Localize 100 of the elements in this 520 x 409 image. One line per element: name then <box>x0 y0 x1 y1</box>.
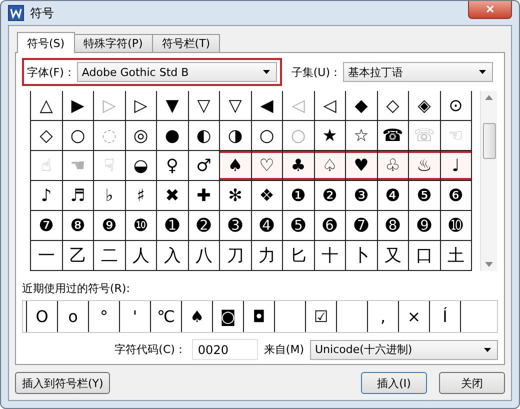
symbol-cell[interactable]: ♪ <box>31 181 62 211</box>
symbol-cell[interactable]: ◁ <box>314 91 346 121</box>
symbol-cell[interactable]: ❼ <box>31 211 62 241</box>
symbol-cell[interactable]: ❺ <box>409 181 440 211</box>
symbol-cell[interactable]: ♩ <box>440 151 472 181</box>
dropdown[interactable]: Adobe Gothic Std B <box>76 62 277 82</box>
recent-symbol-cell[interactable]: o <box>57 301 88 332</box>
symbol-cell[interactable]: ➊ <box>157 211 188 241</box>
scroll-up-icon[interactable] <box>485 95 493 100</box>
symbol-cell[interactable]: ▼ <box>157 91 188 121</box>
symbol-cell[interactable]: ➍ <box>252 211 283 241</box>
symbol-cell[interactable]: ♥ <box>346 151 378 181</box>
recent-symbol-cell[interactable]: Í <box>429 301 460 332</box>
symbol-cell[interactable]: ♨ <box>409 151 440 181</box>
recent-symbol-cell[interactable]: ◘ <box>243 301 274 332</box>
symbol-cell[interactable]: 一 <box>31 241 62 271</box>
symbol-cell[interactable]: ♯ <box>126 181 157 211</box>
insert-button[interactable]: 插入(I) <box>361 372 427 394</box>
symbol-cell[interactable]: ➑ <box>378 211 409 241</box>
symbol-cell[interactable]: 口 <box>409 241 440 271</box>
symbol-cell[interactable]: ♡ <box>252 151 283 181</box>
symbol-cell[interactable]: ★ <box>314 121 346 151</box>
symbol-cell[interactable]: ○ <box>252 121 283 151</box>
recent-symbol-cell[interactable]: ♠ <box>181 301 212 332</box>
symbol-cell[interactable]: 乙 <box>62 241 94 271</box>
symbol-cell[interactable]: ⊙ <box>440 91 472 121</box>
tab[interactable]: 符号(S) <box>17 32 75 53</box>
recent-symbol-cell[interactable]: ℃ <box>150 301 181 332</box>
symbol-cell[interactable]: ▽ <box>188 91 220 121</box>
symbol-cell[interactable]: ♧ <box>378 151 409 181</box>
recent-symbol-cell[interactable]: ☑ <box>305 301 336 332</box>
symbol-cell[interactable]: ➏ <box>314 211 346 241</box>
recent-symbol-cell[interactable]: ' <box>119 301 150 332</box>
symbol-cell[interactable]: ♠ <box>220 151 252 181</box>
code-field[interactable]: 0020 <box>192 339 258 360</box>
symbol-cell[interactable]: ♀ <box>157 151 188 181</box>
symbol-cell[interactable]: 人 <box>126 241 157 271</box>
symbol-cell[interactable]: ➋ <box>188 211 220 241</box>
symbol-cell[interactable]: ▶ <box>62 91 94 121</box>
symbol-cell[interactable]: ♤ <box>314 151 346 181</box>
symbol-cell[interactable]: ◎ <box>126 121 157 151</box>
symbol-cell[interactable]: ❹ <box>378 181 409 211</box>
recent-symbol-cell[interactable]: ◙ <box>212 301 243 332</box>
symbol-cell[interactable]: ▷ <box>126 91 157 121</box>
symbol-cell[interactable]: ♭ <box>94 181 126 211</box>
symbol-cell[interactable]: ❿ <box>126 211 157 241</box>
symbol-cell[interactable]: ◑ <box>220 121 252 151</box>
symbol-cell[interactable]: 力 <box>252 241 283 271</box>
symbol-cell[interactable]: ▽ <box>220 91 252 121</box>
symbol-cell[interactable]: ❷ <box>314 181 346 211</box>
close-dialog-button[interactable]: 关闭 <box>439 372 505 394</box>
symbol-cell[interactable]: ➐ <box>346 211 378 241</box>
recent-symbol-cell[interactable]: ° <box>88 301 119 332</box>
symbol-cell[interactable]: ➓ <box>440 211 472 241</box>
tab[interactable]: 特殊字符(P) <box>74 34 153 53</box>
symbol-cell[interactable]: ✻ <box>220 181 252 211</box>
symbol-cell[interactable]: 十 <box>314 241 346 271</box>
symbol-cell[interactable]: ✚ <box>188 181 220 211</box>
symbol-cell[interactable]: ❻ <box>440 181 472 211</box>
tab[interactable]: 符号栏(T) <box>152 34 220 53</box>
symbol-cell[interactable]: ♬ <box>62 181 94 211</box>
symbol-cell[interactable]: ❖ <box>252 181 283 211</box>
symbol-cell[interactable]: ❶ <box>283 181 314 211</box>
symbol-cell[interactable]: 又 <box>378 241 409 271</box>
symbol-cell[interactable]: ◈ <box>409 91 440 121</box>
symbol-cell[interactable]: 卜 <box>346 241 378 271</box>
recent-symbol-cell[interactable]: , <box>367 301 398 332</box>
symbol-cell[interactable]: ☎ <box>378 121 409 151</box>
symbol-cell[interactable]: △ <box>31 91 62 121</box>
symbol-cell[interactable]: ✖ <box>157 181 188 211</box>
symbol-cell[interactable]: ● <box>157 121 188 151</box>
symbol-cell[interactable]: ♂ <box>188 151 220 181</box>
from-dropdown[interactable]: Unicode(十六进制) <box>310 340 498 360</box>
recent-symbol-cell[interactable]: × <box>398 301 429 332</box>
symbol-cell[interactable]: ◇ <box>378 91 409 121</box>
scroll-down-icon[interactable] <box>485 262 493 267</box>
symbol-cell[interactable]: 二 <box>94 241 126 271</box>
symbol-cell[interactable]: 八 <box>188 241 220 271</box>
symbol-cell[interactable]: ❾ <box>94 211 126 241</box>
symbol-cell[interactable]: ☆ <box>346 121 378 151</box>
symbol-cell[interactable]: ❽ <box>62 211 94 241</box>
symbol-cell[interactable]: 匕 <box>283 241 314 271</box>
symbol-cell[interactable]: ○ <box>62 121 94 151</box>
scrollbar[interactable] <box>480 91 497 271</box>
symbol-cell[interactable]: ◆ <box>346 91 378 121</box>
symbol-cell[interactable]: 刀 <box>220 241 252 271</box>
symbol-cell[interactable]: ◒ <box>126 151 157 181</box>
symbol-cell[interactable]: 土 <box>440 241 472 271</box>
symbol-cell[interactable]: ◇ <box>31 121 62 151</box>
symbol-cell[interactable]: ❸ <box>346 181 378 211</box>
symbol-cell[interactable]: ◀ <box>252 91 283 121</box>
scroll-thumb[interactable] <box>482 123 496 159</box>
recent-symbol-cell[interactable]: O <box>26 301 57 332</box>
symbol-cell[interactable]: ➎ <box>283 211 314 241</box>
symbol-cell[interactable]: ➒ <box>409 211 440 241</box>
symbol-cell[interactable]: ♣ <box>283 151 314 181</box>
symbol-cell[interactable]: ➌ <box>220 211 252 241</box>
dropdown[interactable]: 基本拉丁语 <box>343 62 493 82</box>
insert-to-bar-button[interactable]: 插入到符号栏(Y) <box>15 372 110 394</box>
symbol-cell[interactable]: ◐ <box>188 121 220 151</box>
